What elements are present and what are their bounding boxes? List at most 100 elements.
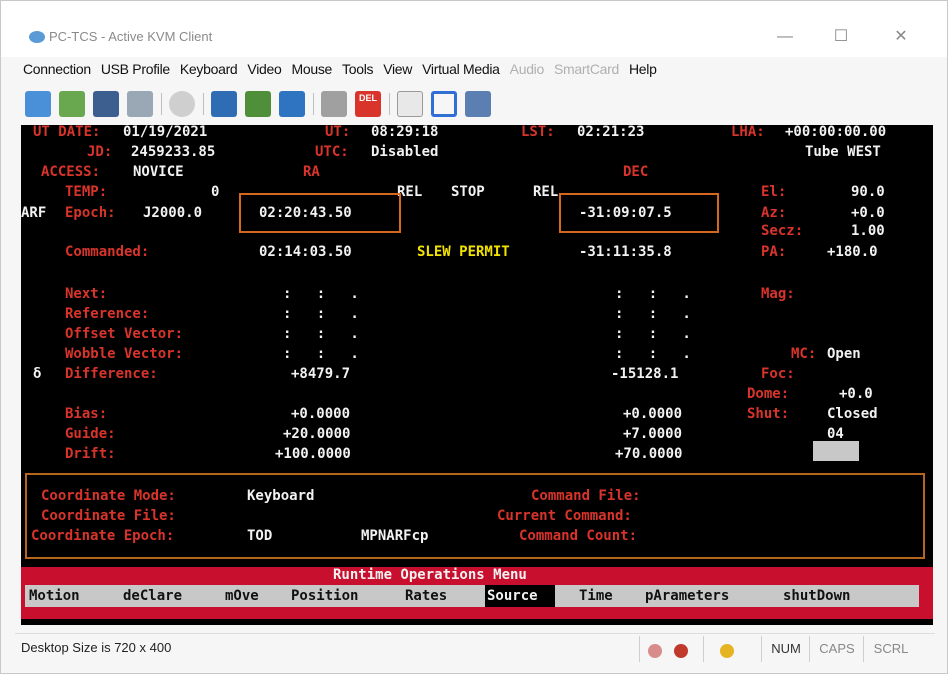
offset-ra-value: : : .	[283, 326, 359, 342]
user-status-cell	[703, 636, 750, 662]
window-title: PC-TCS - Active KVM Client	[49, 29, 213, 44]
ut-label: UT:	[325, 125, 351, 140]
ra-drift-value: +100.0000	[275, 446, 351, 462]
status-bar: Desktop Size is 720 x 400 NUM CAPS SCRL	[15, 633, 935, 664]
next-ra-value: : : .	[283, 286, 359, 302]
lha-label: LHA:	[731, 125, 765, 140]
rt-item-move[interactable]: mOve	[225, 587, 259, 605]
rt-item-position[interactable]: Position	[291, 587, 358, 605]
ra-current-value: 02:20:43.50	[259, 205, 352, 221]
bias-label: Bias:	[65, 406, 108, 422]
rt-item-declare[interactable]: deClare	[123, 587, 182, 605]
guide-label: Guide:	[65, 426, 116, 442]
menu-tools[interactable]: Tools	[342, 61, 373, 83]
secz-label: Secz:	[761, 223, 804, 239]
app-icon	[29, 31, 45, 43]
cursor-icon[interactable]	[211, 91, 237, 117]
coordinate-mode-value: Keyboard	[247, 488, 315, 504]
usb-icon	[674, 644, 688, 658]
rt-item-motion[interactable]: Motion	[29, 587, 80, 605]
toolbar-separator	[161, 93, 162, 115]
menu-bar: Connection USB Profile Keyboard Video Mo…	[23, 61, 667, 83]
runtime-menu-bar: Motion deClare mOve Position Rates Sourc…	[25, 585, 919, 607]
rt-item-time[interactable]: Time	[579, 587, 613, 605]
dec-commanded-value: -31:11:35.8	[579, 244, 672, 260]
lst-value: 02:21:23	[577, 125, 645, 140]
user-icon[interactable]	[59, 91, 85, 117]
dec-drift-value: +70.0000	[615, 446, 683, 462]
epoch-label: Epoch:	[65, 205, 116, 221]
lst-label: LST:	[521, 125, 555, 140]
menu-usb-profile[interactable]: USB Profile	[101, 61, 170, 83]
toolbar-separator	[389, 93, 390, 115]
menu-smartcard: SmartCard	[553, 61, 619, 77]
cd-icon[interactable]	[169, 91, 195, 117]
rt-item-parameters[interactable]: pArameters	[645, 587, 729, 605]
rt-item-shutdown[interactable]: shutDown	[783, 587, 850, 605]
keyboard-icon[interactable]	[279, 91, 305, 117]
wobble-dec-value: : : .	[615, 346, 691, 362]
shut-value: Closed	[827, 406, 878, 422]
tube-value: Tube WEST	[805, 144, 881, 160]
arrow-icon[interactable]	[397, 91, 423, 117]
num-lock-indicator: NUM	[761, 636, 810, 662]
epoch-value: J2000.0	[143, 205, 203, 221]
settings-icon[interactable]	[465, 91, 491, 117]
jd-value: 2459233.85	[131, 144, 216, 160]
pa-value: +180.0	[827, 244, 878, 260]
dome-value: +0.0	[839, 386, 873, 402]
coordinate-mode-label: Coordinate Mode:	[41, 488, 176, 504]
temp-value: 0	[211, 184, 220, 200]
current-command-label: Current Command:	[497, 508, 632, 524]
input-cursor-block	[813, 441, 859, 461]
coordinate-file-label: Coordinate File:	[41, 508, 176, 524]
menu-virtual-media[interactable]: Virtual Media	[422, 61, 500, 83]
reference-ra-value: : : .	[283, 306, 359, 322]
slew-permit-status: SLEW PERMIT	[417, 244, 510, 260]
kvm-client-window: PC-TCS - Active KVM Client — ☐ ✕ Connect…	[0, 0, 948, 674]
fullscreen-icon[interactable]	[431, 91, 457, 117]
menu-keyboard[interactable]: Keyboard	[180, 61, 238, 83]
stop-status: STOP	[451, 184, 485, 200]
az-label: Az:	[761, 205, 787, 221]
runtime-operations-menu: Runtime Operations Menu Motion deClare m…	[21, 567, 933, 619]
dec-difference-value: -15128.1	[611, 366, 679, 382]
pa-label: PA:	[761, 244, 787, 260]
ra-commanded-value: 02:14:03.50	[259, 244, 352, 260]
delta-symbol: δ	[33, 366, 42, 382]
monitor-icon[interactable]	[93, 91, 119, 117]
dome-label: Dome:	[747, 386, 790, 402]
toolbar-separator	[313, 93, 314, 115]
jd-label: JD:	[87, 144, 113, 160]
macro-icon[interactable]	[245, 91, 271, 117]
menu-connection[interactable]: Connection	[23, 61, 91, 83]
kvm-terminal-screen[interactable]: UT DATE: 01/19/2021 UT: 08:29:18 LST: 02…	[21, 125, 933, 625]
foc-label: Foc:	[761, 366, 795, 382]
menu-video[interactable]: Video	[247, 61, 281, 83]
next-label: Next:	[65, 286, 108, 302]
mc-value: Open	[827, 346, 861, 362]
ra-header: RA	[303, 164, 320, 180]
mc-label: MC:	[791, 346, 817, 362]
menu-help[interactable]: Help	[629, 61, 657, 83]
maximize-button[interactable]: ☐	[821, 25, 861, 49]
rt-item-source[interactable]: Source	[487, 587, 538, 605]
rt-item-rates[interactable]: Rates	[405, 587, 447, 605]
minimize-button[interactable]: —	[765, 25, 805, 49]
coordinate-epoch-value: TOD	[247, 528, 273, 544]
command-file-label: Command File:	[531, 488, 641, 504]
dec-bias-value: +0.0000	[623, 406, 683, 422]
el-value: 90.0	[851, 184, 885, 200]
refresh-icon[interactable]	[25, 91, 51, 117]
close-button[interactable]: ✕	[881, 25, 921, 49]
dec-header: DEC	[623, 164, 649, 180]
disk-icon[interactable]	[127, 91, 153, 117]
menu-view[interactable]: View	[383, 61, 412, 83]
utc-label: UTC:	[315, 144, 349, 160]
menu-mouse[interactable]: Mouse	[291, 61, 332, 83]
tools-icon[interactable]	[321, 91, 347, 117]
del-key-icon[interactable]: DEL	[355, 91, 381, 117]
el-label: El:	[761, 184, 787, 200]
commanded-label: Commanded:	[65, 244, 150, 260]
offset-dec-value: : : .	[615, 326, 691, 342]
